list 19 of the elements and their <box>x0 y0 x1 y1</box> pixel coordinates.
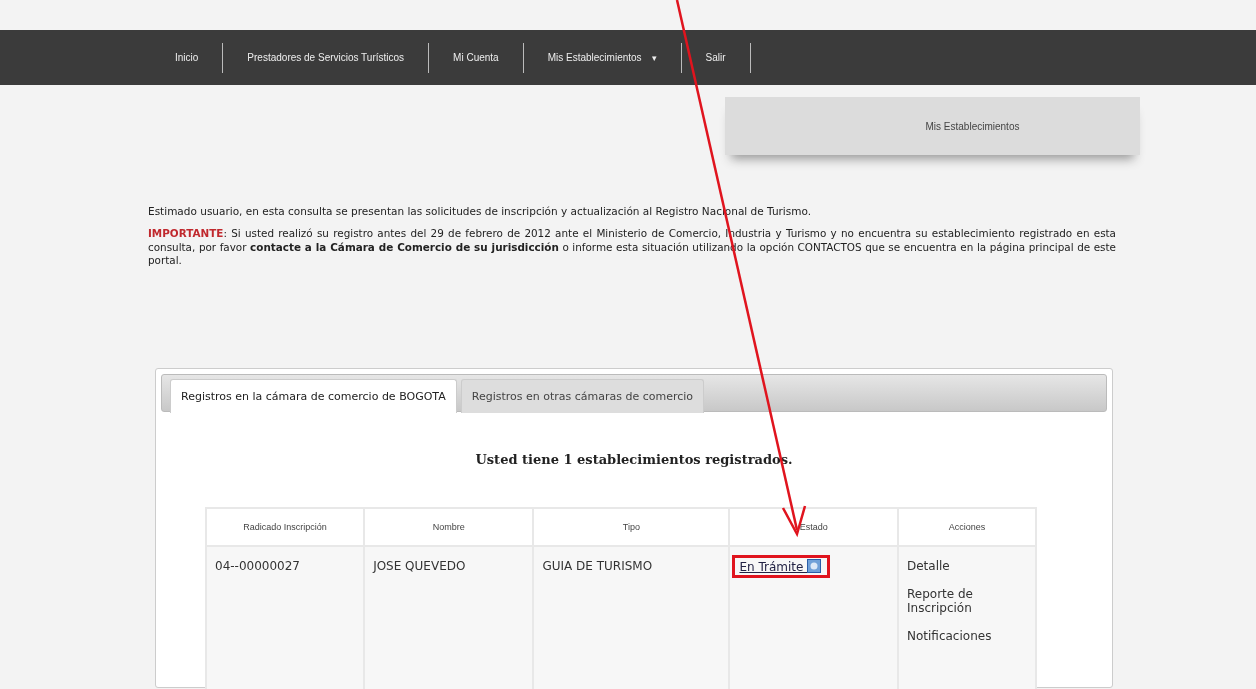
action-link[interactable]: Detalle <box>907 558 1027 573</box>
nav-link[interactable]: Mis Establecimientos ▾ <box>523 52 681 63</box>
column-header: Radicado Inscripción <box>206 507 365 546</box>
tab[interactable]: Registros en la cámara de comercio de BOGOTA <box>170 378 457 413</box>
caret-icon: ▾ <box>651 53 657 63</box>
tab[interactable]: Registros en otras cámaras de comercio <box>460 378 705 413</box>
action-link[interactable]: Reporte de Inscripción <box>907 586 1027 615</box>
column-header: Estado <box>729 507 898 546</box>
nav-link[interactable]: Salir <box>681 52 750 63</box>
nav-link[interactable]: Prestadores de Servicios Turísticos <box>223 52 429 63</box>
action-link[interactable]: Notificaciones <box>907 628 1027 643</box>
column-header: Tipo <box>533 507 730 546</box>
nav-link[interactable]: Inicio <box>175 52 223 63</box>
status-link[interactable]: En Trámite <box>732 554 831 578</box>
column-header: Nombre <box>364 507 534 546</box>
column-header: Acciones <box>898 507 1036 546</box>
section-title: Mis Establecimientos <box>725 97 1140 155</box>
nav-link[interactable]: Mi Cuenta <box>429 52 523 63</box>
table-cell: 04--00000027 <box>206 545 365 689</box>
